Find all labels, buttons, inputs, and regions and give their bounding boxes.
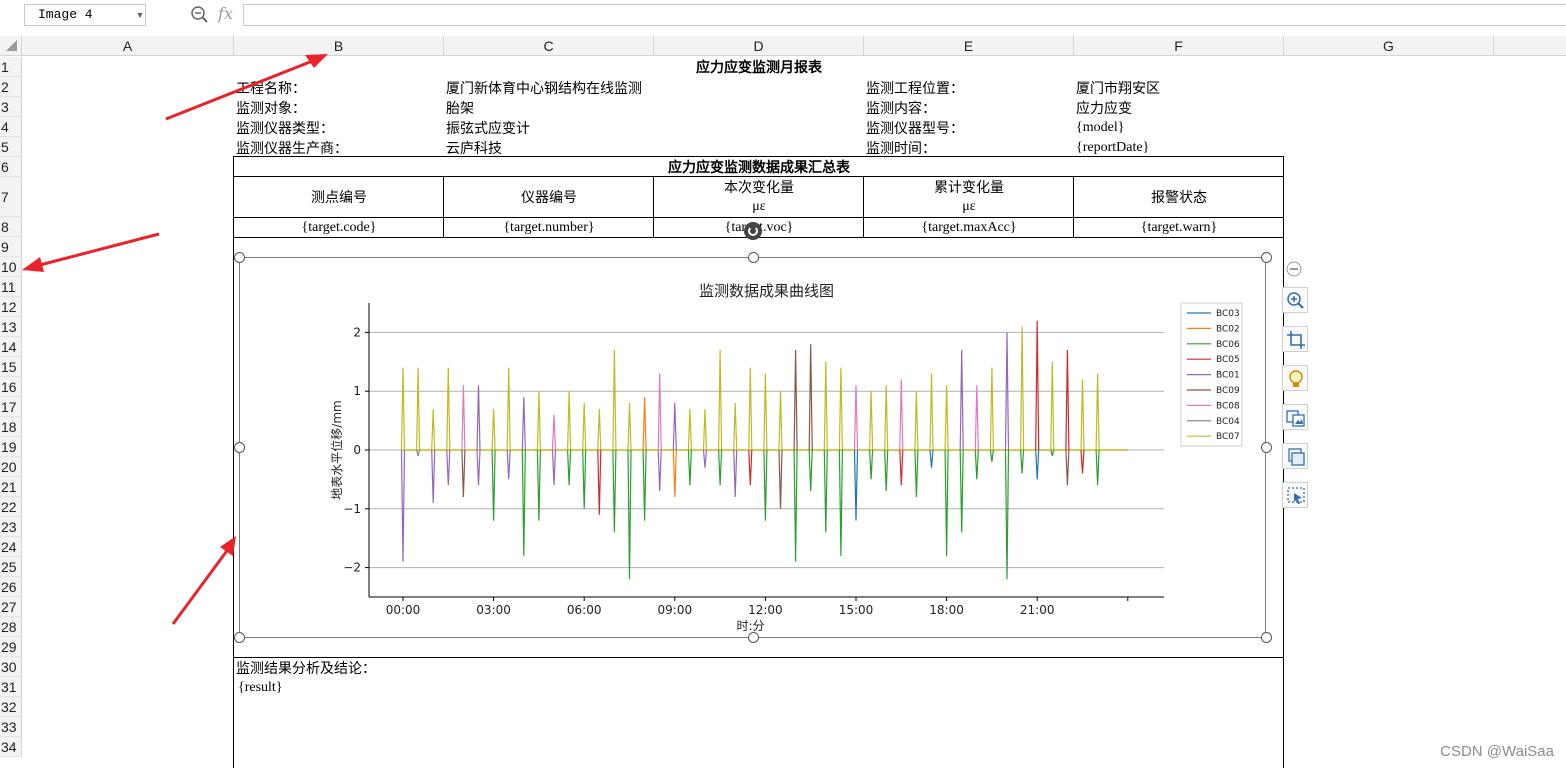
- arrow-to-column-b: [165, 54, 328, 121]
- annotation-arrows: [22, 54, 328, 625]
- arrow-to-chart: [171, 536, 236, 625]
- arrow-to-row-10: [22, 232, 160, 272]
- watermark: CSDN @WaiSaa: [1440, 743, 1554, 760]
